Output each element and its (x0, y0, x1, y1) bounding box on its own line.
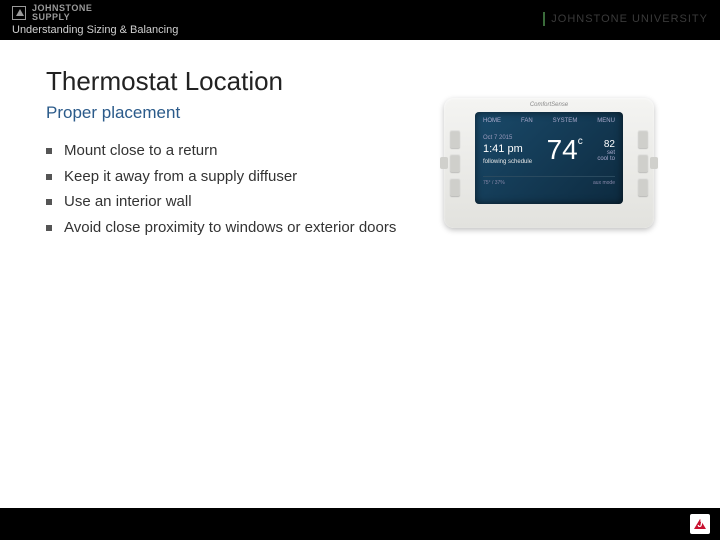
screen-footer: 75° / 37% aux mode (483, 176, 615, 186)
university-text: JOHNSTONE UNIVERSITY (551, 13, 708, 25)
brand-logo: JOHNSTONE SUPPLY (12, 4, 92, 22)
device-button-right-1 (638, 130, 648, 148)
device-button-right-3 (638, 178, 648, 196)
slide-content: Thermostat Location Proper placement Mou… (0, 40, 720, 243)
screen-main: Oct 7 2015 1:41 pm following schedule 74… (483, 126, 615, 174)
brand-text: JOHNSTONE SUPPLY (32, 4, 92, 22)
screen-temp: 74c (547, 134, 583, 166)
tab-fan: FAN (521, 118, 533, 124)
bullet-text: Mount close to a return (64, 141, 217, 161)
device-button-left-3 (450, 178, 460, 196)
tab-system: SYSTEM (553, 118, 578, 124)
thermostat-brand: ComfortSense (530, 102, 568, 108)
screen-date: Oct 7 2015 (483, 134, 532, 142)
list-item: Keep it away from a supply diffuser (46, 167, 424, 187)
screen-setpoint: 82 set cool to (597, 139, 615, 162)
mode-value: aux mode (593, 180, 615, 186)
corner-logo: J (690, 514, 710, 534)
screen-status: following schedule (483, 158, 532, 166)
logo-icon (12, 6, 26, 20)
device-button-right-2 (638, 154, 648, 172)
tab-menu: MENU (597, 118, 615, 124)
university-label: JOHNSTONE UNIVERSITY (543, 12, 708, 26)
page-title: Thermostat Location (46, 66, 424, 97)
bullet-icon (46, 199, 52, 205)
cool-label: cool to (597, 156, 615, 162)
tab-home: HOME (483, 118, 501, 124)
bullet-icon (46, 148, 52, 154)
set-value: 82 (597, 139, 615, 150)
device-button-left-1 (450, 130, 460, 148)
list-item: Mount close to a return (46, 141, 424, 161)
thermostat-screen: HOME FAN SYSTEM MENU Oct 7 2015 1:41 pm … (475, 112, 623, 204)
screen-datetime: Oct 7 2015 1:41 pm following schedule (483, 134, 532, 166)
screen-tabs: HOME FAN SYSTEM MENU (483, 118, 615, 124)
temp-unit: c (578, 136, 583, 147)
accent-bar-icon (543, 12, 545, 26)
list-item: Use an interior wall (46, 192, 424, 212)
device-button-left-2 (450, 154, 460, 172)
bullet-text: Keep it away from a supply diffuser (64, 167, 297, 187)
humidity-value: 75° / 37% (483, 180, 505, 186)
bullet-text: Use an interior wall (64, 192, 192, 212)
footer-bar: J (0, 508, 720, 540)
bullet-text: Avoid close proximity to windows or exte… (64, 218, 396, 238)
image-column: ComfortSense HOME FAN SYSTEM MENU Oct 7 … (444, 66, 674, 243)
thermostat-device: ComfortSense HOME FAN SYSTEM MENU Oct 7 … (444, 98, 654, 228)
corner-mark: J (697, 519, 702, 529)
temp-value: 74 (547, 134, 578, 166)
text-column: Thermostat Location Proper placement Mou… (46, 66, 424, 243)
bullet-icon (46, 174, 52, 180)
breadcrumb: Understanding Sizing & Balancing (12, 24, 178, 36)
page-subtitle: Proper placement (46, 103, 424, 123)
bullet-icon (46, 225, 52, 231)
screen-time: 1:41 pm (483, 142, 532, 157)
list-item: Avoid close proximity to windows or exte… (46, 218, 424, 238)
bullet-list: Mount close to a return Keep it away fro… (46, 141, 424, 237)
header-bar: JOHNSTONE SUPPLY Understanding Sizing & … (0, 0, 720, 40)
brand-bottom: SUPPLY (32, 13, 92, 22)
